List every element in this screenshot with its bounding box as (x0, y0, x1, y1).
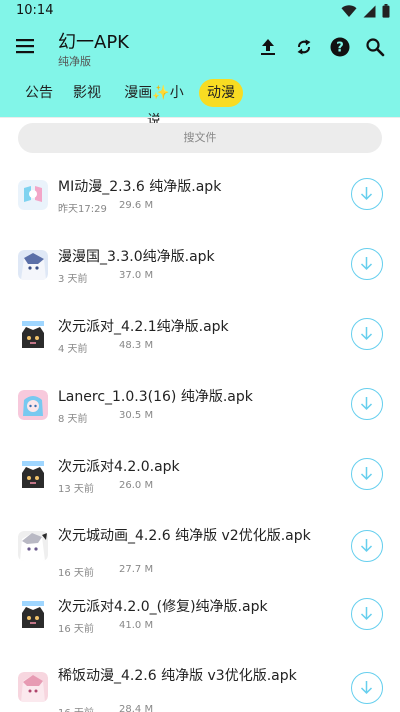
download-icon (360, 187, 373, 201)
tab-comic-novel[interactable]: 漫画✨小说 (118, 79, 190, 129)
file-size: 48.3 M (119, 340, 154, 351)
file-time: 昨天17:29 (58, 204, 107, 215)
svg-text:?: ? (336, 41, 344, 56)
search-input[interactable]: 搜文件 (18, 123, 382, 153)
header-divider (0, 117, 400, 118)
list-item[interactable]: 次元城动画_4.2.6 纯净版 v2优化版.apk 16 天前 27.7 M (0, 522, 400, 592)
signal-icon (363, 5, 376, 17)
sync-icon[interactable] (293, 36, 315, 58)
file-name: 次元派对4.2.0_(修复)纯净版.apk (58, 599, 268, 615)
status-icons (341, 3, 390, 19)
ciyuancheng-app-icon (18, 531, 48, 561)
battery-icon (382, 4, 390, 18)
file-time: 4 天前 (58, 344, 88, 355)
lanerc-app-icon (18, 390, 48, 420)
tab-anime[interactable]: 动漫 (199, 79, 243, 107)
status-time: 10:14 (16, 3, 54, 18)
download-button[interactable] (351, 530, 383, 562)
file-size: 27.7 M (119, 564, 154, 575)
file-name: MI动漫_2.3.6 纯净版.apk (58, 179, 222, 195)
download-button[interactable] (351, 388, 383, 420)
list-item[interactable]: 次元派对4.2.0.apk 13 天前 26.0 M (0, 452, 400, 522)
tab-announcement[interactable]: 公告 (22, 79, 56, 107)
help-icon[interactable]: ? (329, 36, 351, 58)
list-item[interactable]: 稀饭动漫_4.2.6 纯净版 v3优化版.apk 16 天前 28.4 M (0, 662, 400, 712)
status-bar: 10:14 (0, 0, 400, 22)
wifi-icon (341, 4, 357, 17)
download-icon (360, 257, 373, 271)
download-icon (360, 397, 373, 411)
xifan-anime-app-icon (18, 672, 48, 702)
mi-anime-app-icon (18, 180, 48, 210)
tab-bar: 公告 影视 漫画✨小说 动漫 (0, 76, 400, 129)
app-subtitle: 纯净版 (58, 55, 91, 68)
top-header: 10:14 幻一APK 纯净版 ? 公告 影视 漫画✨小说 动漫 (0, 0, 400, 129)
download-icon (360, 467, 373, 481)
tab-video[interactable]: 影视 (70, 79, 104, 107)
file-name: 漫漫国_3.3.0纯净版.apk (58, 249, 215, 265)
download-icon (360, 681, 373, 695)
file-size: 30.5 M (119, 410, 154, 421)
search-icon[interactable] (364, 36, 386, 58)
file-name: 稀饭动漫_4.2.6 纯净版 v3优化版.apk (58, 668, 297, 684)
ciyuan-party-app-icon (18, 320, 48, 350)
download-button[interactable] (351, 178, 383, 210)
manmanguo-app-icon (18, 250, 48, 280)
file-name: Lanerc_1.0.3(16) 纯净版.apk (58, 389, 253, 405)
list-item[interactable]: 漫漫国_3.3.0纯净版.apk 3 天前 37.0 M (0, 242, 400, 312)
ciyuan-party-app-icon (18, 600, 48, 630)
upload-icon[interactable] (257, 36, 279, 58)
file-size: 41.0 M (119, 620, 154, 631)
download-icon (360, 327, 373, 341)
ciyuan-party-app-icon (18, 460, 48, 490)
file-size: 29.6 M (119, 200, 154, 211)
file-list: MI动漫_2.3.6 纯净版.apk 昨天17:29 29.6 M 漫漫国_3.… (0, 160, 400, 712)
download-button[interactable] (351, 248, 383, 280)
menu-icon[interactable] (15, 38, 35, 54)
download-button[interactable] (351, 318, 383, 350)
file-time: 16 天前 (58, 624, 94, 635)
file-size: 26.0 M (119, 480, 154, 491)
list-item[interactable]: Lanerc_1.0.3(16) 纯净版.apk 8 天前 30.5 M (0, 382, 400, 452)
list-item[interactable]: 次元派对_4.2.1纯净版.apk 4 天前 48.3 M (0, 312, 400, 382)
app-bar: 幻一APK 纯净版 ? (0, 22, 400, 72)
file-name: 次元派对_4.2.1纯净版.apk (58, 319, 229, 335)
file-name: 次元城动画_4.2.6 纯净版 v2优化版.apk (58, 528, 311, 544)
download-button[interactable] (351, 598, 383, 630)
list-item[interactable]: MI动漫_2.3.6 纯净版.apk 昨天17:29 29.6 M (0, 172, 400, 242)
search-placeholder: 搜文件 (183, 131, 217, 144)
file-size: 28.4 M (119, 704, 154, 712)
file-name: 次元派对4.2.0.apk (58, 459, 180, 475)
file-time: 8 天前 (58, 414, 88, 425)
file-time: 3 天前 (58, 274, 88, 285)
file-time: 16 天前 (58, 704, 94, 712)
list-item[interactable]: 次元派对4.2.0_(修复)纯净版.apk 16 天前 41.0 M (0, 592, 400, 662)
download-button[interactable] (351, 672, 383, 704)
download-icon (360, 539, 373, 553)
download-icon (360, 607, 373, 621)
file-time: 13 天前 (58, 484, 94, 495)
app-title: 幻一APK (58, 32, 129, 53)
file-size: 37.0 M (119, 270, 154, 281)
download-button[interactable] (351, 458, 383, 490)
file-time: 16 天前 (58, 568, 94, 579)
